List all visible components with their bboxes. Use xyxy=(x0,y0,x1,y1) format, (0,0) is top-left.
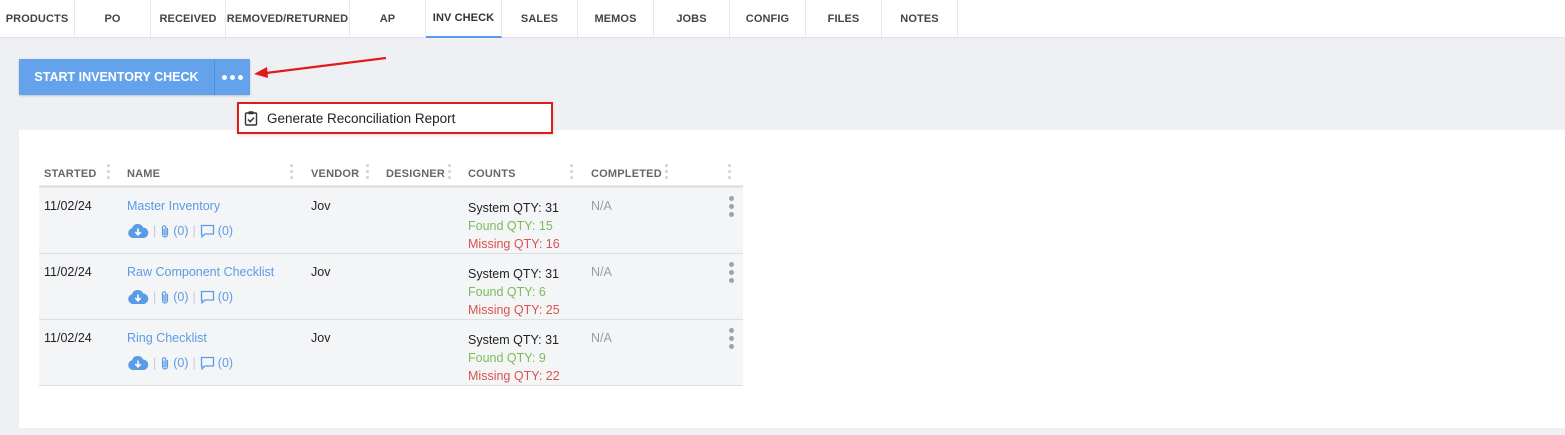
tab-products[interactable]: PRODUCTS xyxy=(0,0,75,38)
col-designer[interactable]: DESIGNER xyxy=(386,168,445,180)
column-resize-handle[interactable] xyxy=(107,164,110,179)
system-qty: System QTY: 31 xyxy=(468,267,560,281)
tab-notes[interactable]: NOTES xyxy=(882,0,958,38)
comments-count[interactable]: (0) xyxy=(218,356,233,370)
cloud-download-icon[interactable] xyxy=(127,289,149,305)
found-qty: Found QTY: 15 xyxy=(468,219,553,233)
col-counts[interactable]: COUNTS xyxy=(468,168,516,180)
tab-removed-returned[interactable]: REMOVED/RETURNED xyxy=(226,0,350,38)
paperclip-icon[interactable] xyxy=(160,356,170,371)
separator: | xyxy=(153,290,157,304)
col-completed[interactable]: COMPLETED xyxy=(591,168,662,180)
row-menu-button[interactable] xyxy=(729,262,734,283)
comment-icon[interactable] xyxy=(200,356,215,370)
column-resize-handle[interactable] xyxy=(366,164,369,179)
row-actions: | (0) | (0) xyxy=(127,355,233,371)
row-menu-button[interactable] xyxy=(729,328,734,349)
inventory-check-name-link[interactable]: Ring Checklist xyxy=(127,331,207,345)
found-qty: Found QTY: 9 xyxy=(468,351,546,365)
system-qty: System QTY: 31 xyxy=(468,201,560,215)
comment-icon[interactable] xyxy=(200,290,215,304)
column-resize-handle[interactable] xyxy=(665,164,668,179)
missing-qty: Missing QTY: 22 xyxy=(468,369,560,383)
tab-memos[interactable]: MEMOS xyxy=(578,0,654,38)
cloud-download-icon[interactable] xyxy=(127,355,149,371)
missing-qty: Missing QTY: 25 xyxy=(468,303,560,317)
table-row: 11/02/24 Ring Checklist Jov System QTY: … xyxy=(39,320,743,386)
found-qty: Found QTY: 6 xyxy=(468,285,546,299)
tab-config[interactable]: CONFIG xyxy=(730,0,806,38)
started-date: 11/02/24 xyxy=(44,331,92,345)
tab-ap[interactable]: AP xyxy=(350,0,426,38)
paperclip-icon[interactable] xyxy=(160,224,170,239)
annotation-arrow-icon xyxy=(254,56,387,78)
inventory-checks-card: STARTED NAME VENDOR DESIGNER COUNTS COMP… xyxy=(19,130,1565,428)
more-options-button[interactable] xyxy=(215,59,250,95)
tab-po[interactable]: PO xyxy=(75,0,151,38)
col-started[interactable]: STARTED xyxy=(44,168,97,180)
column-resize-handle[interactable] xyxy=(570,164,573,179)
table-header: STARTED NAME VENDOR DESIGNER COUNTS COMP… xyxy=(39,158,743,188)
completed-value: N/A xyxy=(591,331,612,345)
inventory-check-name-link[interactable]: Master Inventory xyxy=(127,199,220,213)
started-date: 11/02/24 xyxy=(44,199,92,213)
attachments-count[interactable]: (0) xyxy=(173,356,188,370)
start-inventory-split-button: START INVENTORY CHECK xyxy=(19,59,250,95)
main-tabs: PRODUCTS PO RECEIVED REMOVED/RETURNED AP… xyxy=(0,0,1565,38)
tab-sales[interactable]: SALES xyxy=(502,0,578,38)
row-actions: | (0) | (0) xyxy=(127,223,233,239)
started-date: 11/02/24 xyxy=(44,265,92,279)
system-qty: System QTY: 31 xyxy=(468,333,560,347)
menu-item-label: Generate Reconciliation Report xyxy=(267,110,456,126)
missing-qty: Missing QTY: 16 xyxy=(468,237,560,251)
counts-cell: System QTY: 31 Found QTY: 9 Missing QTY:… xyxy=(468,331,560,385)
attachments-count[interactable]: (0) xyxy=(173,224,188,238)
tab-inv-check[interactable]: INV CHECK xyxy=(426,0,502,38)
cloud-download-icon[interactable] xyxy=(127,223,149,239)
tab-received[interactable]: RECEIVED xyxy=(151,0,226,38)
table-row: 11/02/24 Raw Component Checklist Jov Sys… xyxy=(39,254,743,320)
generate-reconciliation-report-menu-item[interactable]: Generate Reconciliation Report xyxy=(237,102,553,134)
col-name[interactable]: NAME xyxy=(127,168,160,180)
vendor-value: Jov xyxy=(311,331,331,345)
separator: | xyxy=(192,290,196,304)
column-resize-handle[interactable] xyxy=(448,164,451,179)
paperclip-icon[interactable] xyxy=(160,290,170,305)
column-resize-handle[interactable] xyxy=(728,164,731,179)
comment-icon[interactable] xyxy=(200,224,215,238)
inventory-check-name-link[interactable]: Raw Component Checklist xyxy=(127,265,274,279)
column-resize-handle[interactable] xyxy=(290,164,293,179)
separator: | xyxy=(192,224,196,238)
separator: | xyxy=(153,224,157,238)
row-actions: | (0) | (0) xyxy=(127,289,233,305)
row-menu-button[interactable] xyxy=(729,196,734,217)
comments-count[interactable]: (0) xyxy=(218,290,233,304)
start-inventory-check-button[interactable]: START INVENTORY CHECK xyxy=(19,59,215,95)
comments-count[interactable]: (0) xyxy=(218,224,233,238)
completed-value: N/A xyxy=(591,265,612,279)
counts-cell: System QTY: 31 Found QTY: 6 Missing QTY:… xyxy=(468,265,560,319)
vendor-value: Jov xyxy=(311,265,331,279)
counts-cell: System QTY: 31 Found QTY: 15 Missing QTY… xyxy=(468,199,560,253)
completed-value: N/A xyxy=(591,199,612,213)
col-vendor[interactable]: VENDOR xyxy=(311,168,359,180)
vendor-value: Jov xyxy=(311,199,331,213)
tab-files[interactable]: FILES xyxy=(806,0,882,38)
attachments-count[interactable]: (0) xyxy=(173,290,188,304)
table-row: 11/02/24 Master Inventory Jov System QTY… xyxy=(39,188,743,254)
separator: | xyxy=(192,356,196,370)
ellipsis-icon xyxy=(222,74,243,80)
tab-jobs[interactable]: JOBS xyxy=(654,0,730,38)
clipboard-check-icon xyxy=(243,110,259,126)
inventory-checks-table: STARTED NAME VENDOR DESIGNER COUNTS COMP… xyxy=(39,158,743,386)
separator: | xyxy=(153,356,157,370)
